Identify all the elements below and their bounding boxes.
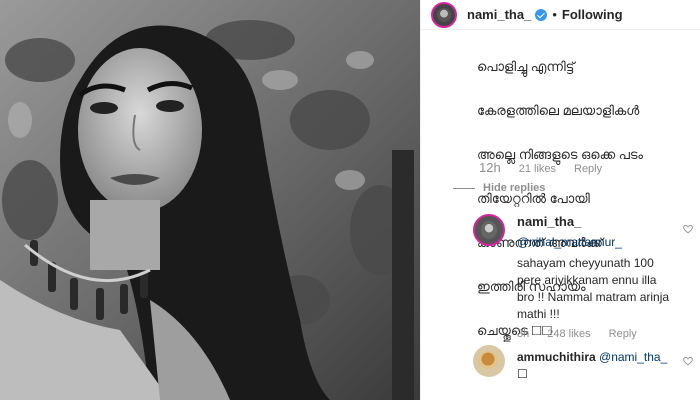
reply-meta: 3h 248 likes Reply [517,328,637,340]
reply-body: @nihal_mattannur_ sahayam cheyyunath 100… [517,234,677,323]
post-header: nami_tha_ • Following [421,0,700,30]
reply-mention[interactable]: @nami_tha_ [599,350,667,364]
portrait-image [0,0,420,400]
like-heart-icon[interactable] [683,356,693,366]
comment-time[interactable]: 12h [479,160,501,175]
comment-reply-button[interactable]: Reply [574,163,602,175]
profile-avatar[interactable] [431,1,457,28]
reply-text: ☐ [517,367,528,381]
comment-line: പൊളിച്ചു എന്നിട്ട് [477,59,575,74]
reply-text: sahayam cheyyunath 100 pere ariyikkanam … [517,256,670,321]
hide-replies-toggle[interactable]: Hide replies [453,182,545,194]
comments-panel: nami_tha_ • Following പൊളിച്ചു എന്നിട്ട്… [420,0,700,400]
comment-likes[interactable]: 21 likes [519,163,556,175]
verified-badge-icon [535,8,548,21]
hide-replies-label[interactable]: Hide replies [483,182,545,194]
reply-username[interactable]: nami_tha_ [517,214,581,229]
post-photo [0,0,420,400]
reply-reply-button[interactable]: Reply [609,328,637,340]
reply-likes[interactable]: 248 likes [547,328,590,340]
reply-avatar[interactable] [473,214,505,246]
reply-mention[interactable]: @nihal_mattannur_ [517,234,677,251]
post-username[interactable]: nami_tha_ [467,7,531,22]
reply-avatar[interactable] [473,345,505,377]
comment-meta: 12h 21 likes Reply [479,160,602,175]
following-button[interactable]: Following [562,7,623,22]
hide-replies-line [453,187,475,189]
like-heart-icon[interactable] [683,224,693,234]
reply-username[interactable]: ammuchithira [517,350,596,364]
comment-line: കേരളത്തിലെ മലയാളികൾ [477,103,640,118]
reply-time[interactable]: 3h [517,328,529,340]
header-separator: • [552,7,557,22]
reply-body: ammuchithira @nami_tha_ ☐ [517,349,687,383]
